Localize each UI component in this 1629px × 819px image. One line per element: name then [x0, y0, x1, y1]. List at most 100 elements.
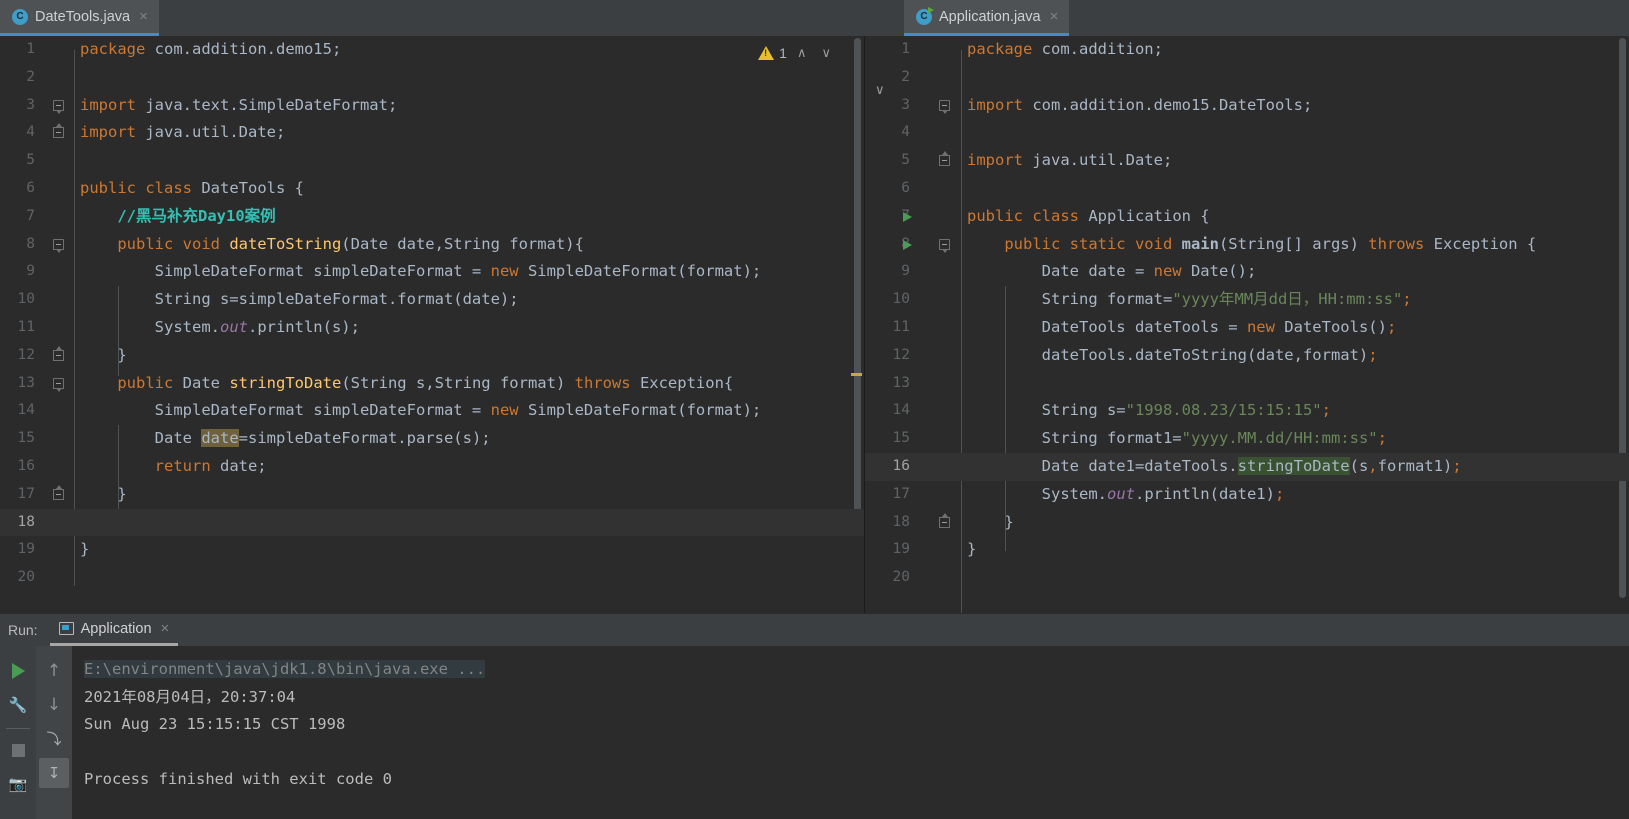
gutter[interactable] [46, 314, 74, 342]
gutter[interactable] [46, 425, 74, 453]
code-line[interactable]: 14 String s="1998.08.23/15:15:15"; [865, 397, 1629, 425]
gutter[interactable] [46, 536, 74, 564]
code-line[interactable]: 5 [0, 147, 864, 175]
code-line[interactable]: 9 SimpleDateFormat simpleDateFormat = ne… [0, 258, 864, 286]
code-line[interactable]: 15 String format1="yyyy.MM.dd/HH:mm:ss"; [865, 425, 1629, 453]
gutter[interactable] [46, 397, 74, 425]
fold-marker-icon[interactable] [939, 238, 951, 253]
code-line[interactable]: 10 String s=simpleDateFormat.format(date… [0, 286, 864, 314]
fold-marker-icon[interactable] [53, 99, 65, 114]
code-line[interactable]: 12 } [0, 342, 864, 370]
gutter[interactable] [921, 147, 961, 175]
code-line[interactable]: 13 [865, 370, 1629, 398]
inspection-widget[interactable]: 1 ∧ ∨ [758, 45, 836, 61]
gutter[interactable] [921, 536, 961, 564]
gutter[interactable] [46, 175, 74, 203]
code-line[interactable]: 9 Date date = new Date(); [865, 258, 1629, 286]
chevron-up-icon[interactable]: ∧ [792, 45, 812, 61]
fold-marker-icon[interactable] [939, 151, 951, 167]
stop-button[interactable] [3, 735, 33, 765]
rerun-button[interactable] [3, 656, 33, 686]
code-line[interactable]: 20 [865, 564, 1629, 592]
code-line[interactable]: 8 public static void main(String[] args)… [865, 231, 1629, 259]
code-line[interactable]: 12 dateTools.dateToString(date,format); [865, 342, 1629, 370]
code-line[interactable]: 17 System.out.println(date1); [865, 481, 1629, 509]
fold-marker-icon[interactable] [53, 345, 65, 362]
gutter[interactable] [46, 147, 74, 175]
code-line[interactable]: 1 package com.addition; [865, 36, 1629, 64]
edit-configuration-button[interactable]: 🔧 [3, 690, 33, 720]
run-class-icon[interactable] [903, 211, 912, 222]
gutter[interactable] [921, 286, 961, 314]
gutter[interactable] [46, 119, 74, 147]
soft-wrap-button[interactable]: ⤵ [39, 724, 69, 754]
gutter[interactable] [46, 231, 74, 259]
gutter[interactable] [921, 175, 961, 203]
screenshot-button[interactable]: 📷 [3, 769, 33, 799]
code-line[interactable]: 14 SimpleDateFormat simpleDateFormat = n… [0, 397, 864, 425]
fold-marker-icon[interactable] [939, 99, 951, 114]
code-line[interactable]: 13 public Date stringToDate(String s,Str… [0, 370, 864, 398]
chevron-down-icon[interactable]: ∨ [816, 45, 836, 61]
gutter[interactable] [46, 481, 74, 509]
gutter[interactable] [46, 286, 74, 314]
gutter[interactable] [921, 342, 961, 370]
gutter[interactable] [46, 203, 74, 231]
code-line-active[interactable]: 16 Date date1=dateTools.stringToDate(s,f… [865, 452, 1629, 481]
code-line[interactable]: 7 public class Application { [865, 203, 1629, 231]
gutter[interactable] [921, 509, 961, 537]
code-line[interactable]: 3 import java.text.SimpleDateFormat; [0, 92, 864, 120]
run-tab-application[interactable]: Application × [49, 614, 179, 646]
code-line[interactable]: 11 System.out.println(s); [0, 314, 864, 342]
gutter[interactable] [46, 370, 74, 398]
gutter[interactable] [921, 481, 961, 509]
gutter[interactable] [921, 119, 961, 147]
code-line[interactable]: 4 [865, 119, 1629, 147]
gutter[interactable] [921, 314, 961, 342]
fold-marker-icon[interactable] [53, 377, 65, 392]
gutter[interactable] [46, 64, 74, 92]
scroll-to-end-button[interactable]: ↧ [39, 758, 69, 788]
code-line[interactable]: 6 public class DateTools { [0, 175, 864, 203]
code-line[interactable]: 6 [865, 175, 1629, 203]
down-button[interactable]: ↓ [39, 690, 69, 720]
gutter[interactable] [921, 564, 961, 592]
code-line-active[interactable]: 18 [0, 508, 864, 537]
code-line[interactable]: 20 [0, 564, 864, 592]
gutter[interactable] [921, 258, 961, 286]
gutter[interactable] [46, 92, 74, 120]
tab-datetools-java[interactable]: C DateTools.java × [0, 0, 159, 36]
code-line[interactable]: 5 import java.util.Date; [865, 147, 1629, 175]
code-line[interactable]: 8 public void dateToString(Date date,Str… [0, 231, 864, 259]
fold-marker-icon[interactable] [53, 484, 65, 501]
code-line[interactable]: 18 } [865, 509, 1629, 537]
code-line[interactable]: 19 } [865, 536, 1629, 564]
gutter[interactable] [921, 36, 961, 64]
gutter[interactable] [46, 342, 74, 370]
gutter[interactable] [46, 258, 74, 286]
code-line[interactable]: 19 } [0, 536, 864, 564]
gutter[interactable] [921, 397, 961, 425]
gutter[interactable] [46, 509, 74, 537]
code-line[interactable]: 17 } [0, 481, 864, 509]
gutter[interactable] [903, 203, 961, 231]
close-icon[interactable]: × [1050, 9, 1059, 24]
code-line[interactable]: 7 //黑马补充Day10案例 [0, 203, 864, 231]
gutter[interactable] [903, 231, 961, 259]
gutter[interactable] [921, 64, 961, 92]
code-line[interactable]: 11 DateTools dateTools = new DateTools()… [865, 314, 1629, 342]
editor-pane-left[interactable]: 1 ∧ ∨ 1 package com.addition.demo15; 2 3… [0, 36, 865, 613]
code-line[interactable]: 2 [865, 64, 1629, 92]
gutter[interactable] [921, 92, 961, 120]
code-line[interactable]: 10 String format="yyyy年MM月dd日，HH:mm:ss"; [865, 286, 1629, 314]
gutter[interactable] [921, 425, 961, 453]
code-line[interactable]: 1 package com.addition.demo15; [0, 36, 864, 64]
gutter[interactable] [46, 564, 74, 592]
gutter[interactable] [46, 453, 74, 481]
gutter[interactable] [921, 370, 961, 398]
up-button[interactable]: ↑ [39, 656, 69, 686]
run-method-icon[interactable] [903, 239, 912, 250]
fold-marker-icon[interactable] [939, 512, 951, 529]
gutter[interactable] [46, 36, 74, 64]
tab-application-java[interactable]: C Application.java × [904, 0, 1070, 36]
